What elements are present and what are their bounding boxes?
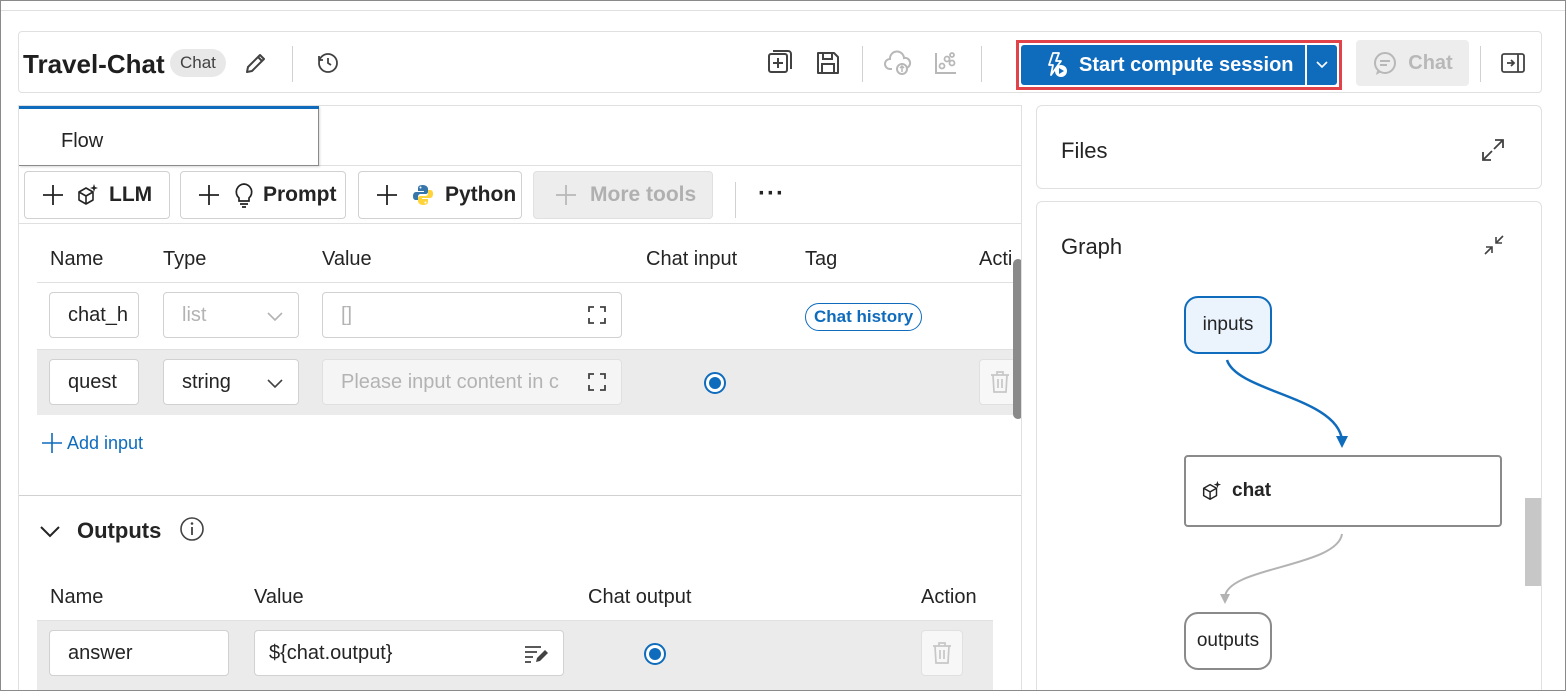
more-tools-label: More tools [590, 183, 697, 206]
output-value-text: ${chat.output} [269, 641, 393, 664]
input-name-field[interactable]: chat_h [49, 292, 139, 338]
tab-flow-label: Flow [61, 130, 104, 152]
inputs-col-tag: Tag [805, 248, 838, 270]
flow-editor-panel: Flow LLM Prompt Python More tools ··· Na… [18, 105, 1022, 690]
chevron-down-icon [1316, 61, 1328, 69]
outputs-col-action: Action [921, 586, 977, 608]
graph-node-outputs[interactable]: outputs [1184, 612, 1272, 670]
files-title: Files [1061, 138, 1108, 163]
input-type-select[interactable]: string [163, 359, 299, 405]
plus-icon [556, 185, 576, 205]
tab-flow[interactable]: Flow [19, 106, 319, 166]
add-python-button[interactable]: Python [358, 171, 522, 219]
graph-node-chat[interactable]: chat [1184, 455, 1502, 527]
info-icon[interactable] [179, 516, 205, 542]
delete-output-button[interactable] [921, 630, 963, 676]
chevron-down-icon[interactable] [39, 524, 61, 540]
outputs-col-value: Value [254, 586, 304, 608]
inputs-col-action: Acti [979, 248, 1013, 270]
add-input-label: Add input [67, 432, 144, 453]
trash-icon [933, 642, 951, 664]
input-type-select[interactable]: list [163, 292, 299, 338]
files-panel: Files [1036, 105, 1542, 189]
chat-button-label: Chat [1408, 51, 1453, 74]
lightbulb-icon [235, 183, 253, 208]
plus-icon [377, 185, 397, 205]
input-type-value: list [182, 303, 207, 326]
flow-header: Travel-Chat Chat Start compute session C… [18, 31, 1542, 93]
plus-icon [42, 433, 62, 453]
llm-cube-icon [1202, 480, 1222, 500]
add-input-link[interactable]: Add input [41, 432, 143, 454]
graph-node-inputs[interactable]: inputs [1184, 296, 1272, 354]
add-prompt-button[interactable]: Prompt [180, 171, 346, 219]
chevron-down-icon [267, 312, 283, 322]
more-options-button[interactable]: ··· [758, 180, 785, 208]
inputs-col-type: Type [163, 248, 207, 270]
expand-diagonal-icon[interactable] [1481, 138, 1505, 162]
chat-history-tag: Chat history [805, 303, 923, 331]
plus-icon [199, 185, 219, 205]
output-name-field[interactable]: answer [49, 630, 229, 676]
prompt-label: Prompt [263, 183, 337, 206]
input-value-text: [] [341, 303, 353, 326]
page-title: Travel-Chat [23, 49, 165, 79]
edit-icon[interactable] [241, 48, 271, 78]
edit-text-icon [525, 646, 548, 663]
chevron-down-icon [267, 379, 283, 389]
outputs-col-chat-output: Chat output [588, 586, 692, 608]
history-icon[interactable] [313, 48, 343, 78]
input-value-field[interactable]: [] [322, 292, 622, 338]
expand-icon [588, 373, 606, 391]
bulk-test-icon[interactable] [929, 46, 963, 80]
collapse-panel-icon[interactable] [1497, 48, 1529, 78]
graph-node-chat-label: chat [1232, 480, 1272, 501]
expand-icon [588, 306, 606, 324]
trash-icon [991, 371, 1009, 393]
start-compute-session-label: Start compute session [1079, 53, 1294, 76]
output-value-field[interactable]: ${chat.output} [254, 630, 564, 676]
more-tools-button[interactable]: More tools [533, 171, 713, 219]
flow-type-badge: Chat [170, 49, 226, 77]
inputs-col-value: Value [322, 248, 372, 270]
input-name-field[interactable]: quest [49, 359, 139, 405]
start-compute-session-button[interactable]: Start compute session [1021, 45, 1305, 85]
llm-cube-icon [78, 184, 98, 205]
inputs-col-chat-input: Chat input [646, 248, 738, 270]
chat-output-radio[interactable] [644, 643, 666, 665]
start-compute-highlight: Start compute session [1016, 40, 1342, 90]
lightning-play-icon [1043, 51, 1069, 79]
start-compute-dropdown-button[interactable] [1306, 45, 1337, 85]
llm-label: LLM [109, 183, 153, 206]
chat-input-radio[interactable] [704, 372, 726, 394]
add-llm-button[interactable]: LLM [24, 171, 170, 219]
inputs-col-name: Name [50, 248, 104, 270]
chat-icon [1374, 52, 1397, 75]
chat-button[interactable]: Chat [1356, 40, 1469, 86]
add-file-icon[interactable] [763, 46, 797, 80]
top-strip [1, 1, 1565, 11]
graph-panel: Graph inputs chat outputs [1036, 201, 1542, 690]
cloud-upload-icon[interactable] [881, 46, 915, 80]
editor-scrollbar[interactable] [1013, 259, 1021, 419]
input-value-field[interactable]: Please input content in c [322, 359, 622, 405]
outputs-section-title: Outputs [77, 518, 162, 543]
input-value-placeholder: Please input content in c [341, 370, 559, 393]
python-icon [413, 185, 433, 205]
plus-icon [43, 185, 63, 205]
save-icon[interactable] [811, 46, 845, 80]
app-window: Travel-Chat Chat Start compute session C… [0, 0, 1566, 691]
graph-edges [1220, 359, 1348, 604]
graph-scrollbar[interactable] [1525, 498, 1541, 586]
input-type-value: string [182, 370, 231, 393]
python-label: Python [445, 183, 517, 206]
outputs-col-name: Name [50, 586, 104, 608]
